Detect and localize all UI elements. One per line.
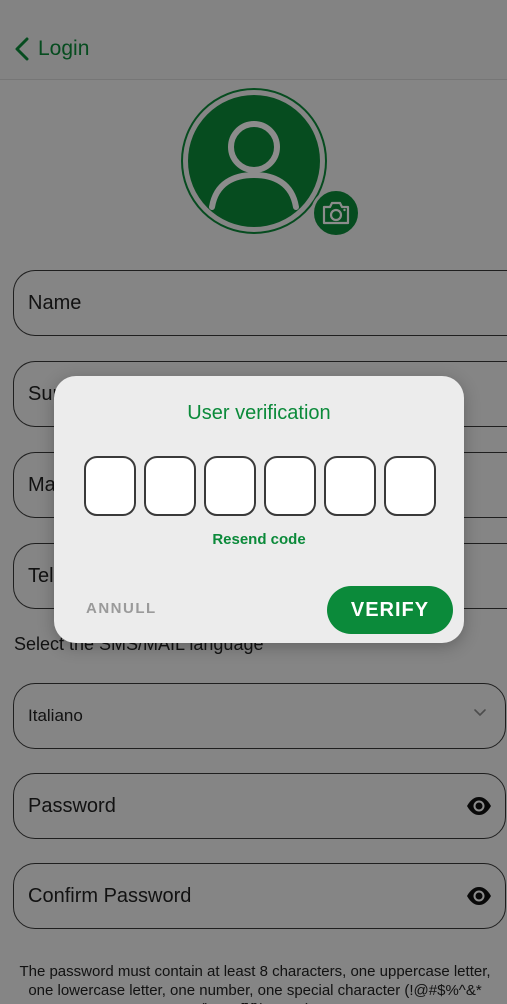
- code-digit-3[interactable]: [204, 456, 256, 516]
- dialog-title: User verification: [187, 402, 331, 424]
- verify-button[interactable]: VERIFY: [327, 586, 453, 634]
- verification-dialog: User verification Resend code ANNULL VER…: [54, 376, 464, 643]
- code-input-row: [84, 456, 436, 516]
- code-digit-6[interactable]: [384, 456, 436, 516]
- code-digit-1[interactable]: [84, 456, 136, 516]
- code-digit-2[interactable]: [144, 456, 196, 516]
- cancel-button[interactable]: ANNULL: [86, 600, 157, 617]
- resend-code-link[interactable]: Resend code: [54, 531, 464, 548]
- code-digit-5[interactable]: [324, 456, 376, 516]
- code-digit-4[interactable]: [264, 456, 316, 516]
